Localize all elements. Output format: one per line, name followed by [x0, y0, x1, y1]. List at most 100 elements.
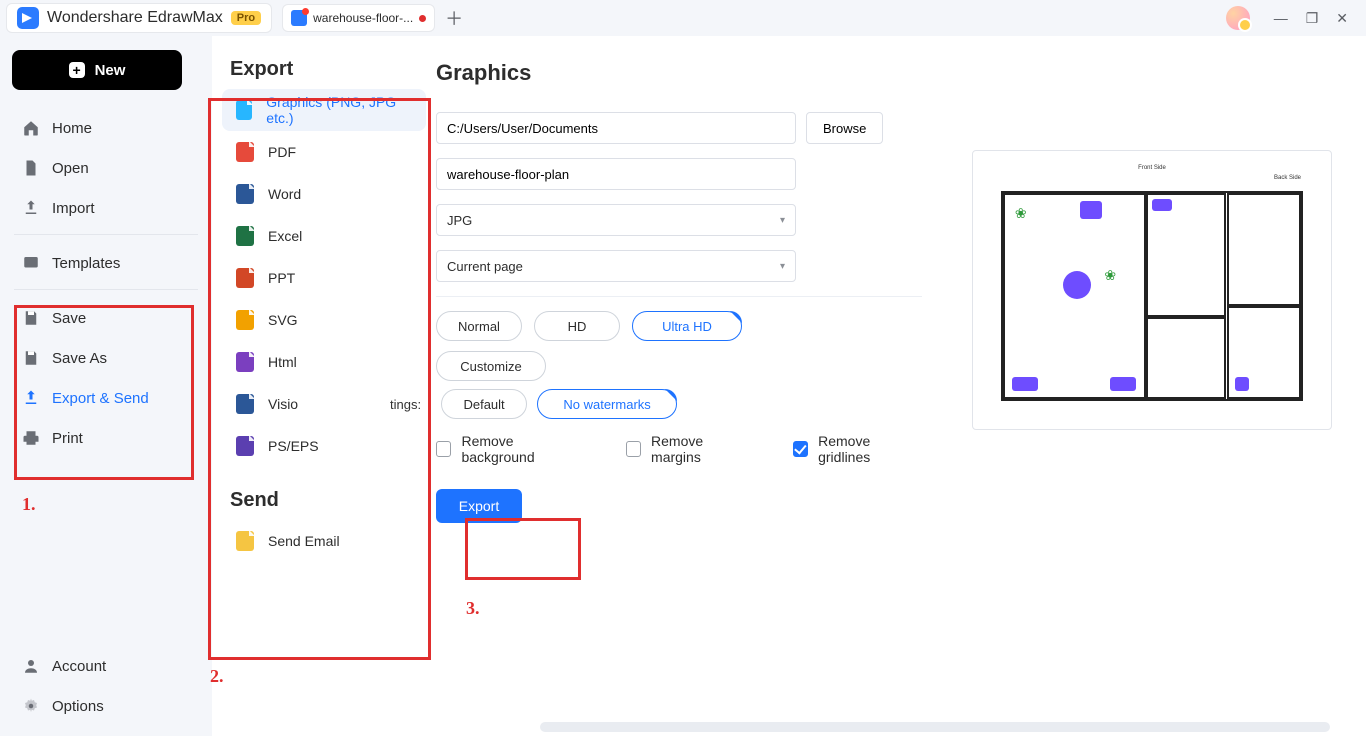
- file-type-icon: [236, 100, 252, 120]
- file-icon: [22, 159, 40, 177]
- horizontal-scrollbar[interactable]: [540, 722, 1330, 732]
- file-type-icon: [236, 268, 254, 288]
- save-icon: [22, 309, 40, 327]
- format-item-html[interactable]: Html: [222, 341, 426, 383]
- preview-thumbnail: ❀ ❀ Front Side Back Side: [972, 150, 1332, 430]
- export-content-area: Graphics Browse JPG ▾ Current page ▾: [436, 36, 1366, 736]
- export-icon: [22, 389, 40, 407]
- document-tab[interactable]: warehouse-floor-...: [282, 4, 435, 32]
- format-item-ppt[interactable]: PPT: [222, 257, 426, 299]
- sidebar-item-import[interactable]: Import: [12, 188, 200, 228]
- format-item-pdf[interactable]: PDF: [222, 131, 426, 173]
- sidebar-item-open[interactable]: Open: [12, 148, 200, 188]
- app-name: Wondershare EdrawMax: [47, 9, 223, 27]
- format-item-svg[interactable]: SVG: [222, 299, 426, 341]
- scope-select[interactable]: Current page ▾: [436, 250, 796, 282]
- file-type-icon: [236, 310, 254, 330]
- plus-icon: +: [69, 62, 85, 78]
- floor-plan-graphic: ❀ ❀: [1001, 191, 1303, 401]
- document-tab-label: warehouse-floor-...: [313, 11, 413, 25]
- home-icon: [22, 119, 40, 137]
- chevron-down-icon: ▾: [780, 215, 785, 226]
- sidebar-item-home[interactable]: Home: [12, 108, 200, 148]
- new-button[interactable]: + New: [12, 50, 182, 90]
- user-avatar-icon[interactable]: [1226, 6, 1250, 30]
- format-item-graphics[interactable]: Graphics (PNG, JPG etc.): [222, 89, 426, 131]
- watermark-none[interactable]: No watermarks: [537, 389, 677, 419]
- remove-margins-checkbox[interactable]: Remove margins: [626, 433, 753, 465]
- remove-gridlines-checkbox[interactable]: Remove gridlines: [793, 433, 922, 465]
- sidebar-item-export-send[interactable]: Export & Send: [12, 378, 200, 418]
- format-item-word[interactable]: Word: [222, 173, 426, 215]
- sidebar-item-label: Home: [52, 120, 92, 137]
- format-label: Html: [268, 354, 297, 370]
- quality-ultra-hd[interactable]: Ultra HD: [632, 311, 742, 341]
- sidebar-item-label: Options: [52, 698, 104, 715]
- sidebar-item-label: Templates: [52, 255, 120, 272]
- format-label: Graphics (PNG, JPG etc.): [266, 94, 412, 126]
- format-item-excel[interactable]: Excel: [222, 215, 426, 257]
- templates-icon: [22, 254, 40, 272]
- send-heading: Send: [230, 489, 418, 512]
- filetype-select[interactable]: JPG ▾: [436, 204, 796, 236]
- checkbox-icon: [436, 441, 451, 457]
- filetype-value: JPG: [447, 213, 472, 228]
- close-button[interactable]: ✕: [1336, 10, 1348, 27]
- format-label: PDF: [268, 144, 296, 160]
- format-label: Word: [268, 186, 301, 202]
- save-as-icon: [22, 349, 40, 367]
- sidebar-item-label: Print: [52, 430, 83, 447]
- export-form: Graphics Browse JPG ▾ Current page ▾: [436, 36, 946, 736]
- quality-normal[interactable]: Normal: [436, 311, 522, 341]
- sidebar-item-templates[interactable]: Templates: [12, 243, 200, 283]
- sidebar-item-account[interactable]: Account: [12, 646, 200, 686]
- mail-icon: [236, 531, 254, 551]
- export-heading: Export: [230, 58, 418, 81]
- quality-hd[interactable]: HD: [534, 311, 620, 341]
- document-icon: [291, 10, 307, 26]
- divider: [14, 234, 198, 235]
- pro-badge: Pro: [231, 11, 261, 25]
- browse-button[interactable]: Browse: [806, 112, 883, 144]
- new-tab-button[interactable]: ＋: [445, 5, 463, 31]
- format-label: PPT: [268, 270, 295, 286]
- export-path-input[interactable]: [436, 112, 796, 144]
- format-label: Excel: [268, 228, 302, 244]
- app-brand-tab[interactable]: Wondershare EdrawMax Pro: [6, 3, 272, 33]
- format-item-pseps[interactable]: PS/EPS: [222, 425, 426, 467]
- remove-background-checkbox[interactable]: Remove background: [436, 433, 586, 465]
- callout-3: 3.: [466, 598, 480, 619]
- sidebar-item-save-as[interactable]: Save As: [12, 338, 200, 378]
- checkbox-icon: [793, 441, 808, 457]
- preview-label: Back Side: [1274, 175, 1301, 181]
- filename-input[interactable]: [436, 158, 796, 190]
- import-icon: [22, 199, 40, 217]
- customize-button[interactable]: Customize: [436, 351, 546, 381]
- export-button[interactable]: Export: [436, 489, 522, 523]
- file-type-icon: [236, 436, 254, 456]
- minimize-button[interactable]: —: [1274, 10, 1288, 26]
- preview-label: Front Side: [1138, 165, 1166, 171]
- quality-chip-row: Normal HD Ultra HD: [436, 311, 922, 341]
- scope-value: Current page: [447, 259, 523, 274]
- file-type-icon: [236, 394, 254, 414]
- settings-label-fragment: tings:: [390, 397, 421, 412]
- watermark-default[interactable]: Default: [441, 389, 527, 419]
- callout-2: 2.: [210, 666, 224, 687]
- maximize-button[interactable]: ❐: [1306, 10, 1319, 27]
- page-title: Graphics: [436, 60, 922, 86]
- sidebar-item-label: Save As: [52, 350, 107, 367]
- title-bar: Wondershare EdrawMax Pro warehouse-floor…: [0, 0, 1366, 36]
- send-item-email[interactable]: Send Email: [222, 520, 426, 562]
- sidebar-item-save[interactable]: Save: [12, 298, 200, 338]
- sidebar-item-label: Export & Send: [52, 390, 149, 407]
- file-type-icon: [236, 184, 254, 204]
- sidebar-item-label: Import: [52, 200, 95, 217]
- checkbox-row: Remove background Remove margins Remove …: [436, 433, 922, 465]
- sidebar-item-print[interactable]: Print: [12, 418, 200, 458]
- unsaved-dot-icon: [419, 15, 426, 22]
- sidebar-item-label: Account: [52, 658, 106, 675]
- file-type-icon: [236, 352, 254, 372]
- gear-icon: [22, 697, 40, 715]
- sidebar-item-options[interactable]: Options: [12, 686, 200, 726]
